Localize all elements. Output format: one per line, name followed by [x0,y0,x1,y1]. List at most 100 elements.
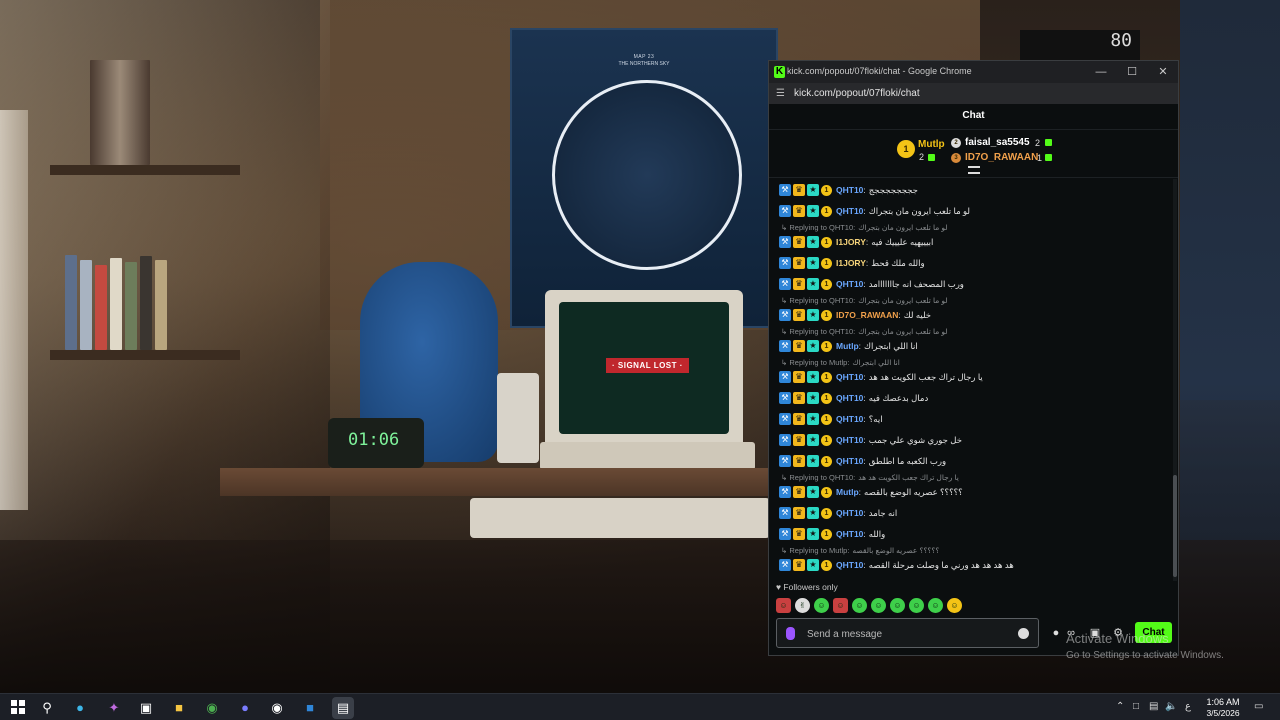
chat-message[interactable]: ⚒ ♛ ★ 1 QHT10: ورب الكعبه ما اطلطق [779,452,1169,470]
emote-icon[interactable]: ☺ [776,598,791,613]
desk-clock-digits: 01:06 [348,430,400,450]
chrome-popup-taskbar-icon[interactable]: ▤ [332,697,354,719]
search-icon[interactable]: ⚲ [36,697,58,719]
chat-message[interactable]: ⚒ ♛ ★ 1 QHT10: انه جامد [779,504,1169,522]
chat-message[interactable]: ⚒ ♛ ★ 1 Mutlp: ؟؟؟؟؟ عصريه الوضع بالقصه [779,483,1169,501]
reply-context[interactable]: ↳ Replying to QHT10: يا رجال تراك جعب الك… [781,473,959,483]
minimize-button[interactable]: — [1091,64,1111,80]
chat-message[interactable]: ⚒ ♛ ★ 1 QHT10: دمال بدعصك فيه [779,389,1169,407]
emote-icon[interactable]: ☺ [814,598,829,613]
wallpaper-speaker [497,373,539,463]
language-indicator[interactable]: ع [1185,701,1191,712]
emote-icon[interactable]: ☺ [890,598,905,613]
reply-context[interactable]: ↳ Replying to QHT10: لو ما تلعب ايرون مان… [781,296,948,306]
chat-message[interactable]: ⚒ ♛ ★ 1 QHT10: والله [779,525,1169,543]
chat-username[interactable]: QHT10 [836,435,863,445]
chat-username[interactable]: QHT10 [836,393,863,403]
leaderboard-name[interactable]: Mutlp [918,139,945,150]
emote-icon[interactable]: ☺ [852,598,867,613]
chat-username[interactable]: Mutlp [836,341,859,351]
emote-icon[interactable]: ☺ [947,598,962,613]
store-app-icon[interactable]: ▣ [135,697,157,719]
leaderboard-name[interactable]: faisal_sa5545 [965,137,1030,148]
pinned-toggle-icon[interactable] [968,166,980,174]
chat-username[interactable]: QHT10 [836,560,863,570]
chat-message-list[interactable]: ⚒ ♛ ★ 1 QHT10: ججججججججج ⚒ ♛ ★ 1 QHT10: لو ما تلعب … [769,179,1169,581]
maximize-button[interactable]: ☐ [1122,64,1142,80]
obs-icon[interactable]: ◉ [266,697,288,719]
file-explorer-icon[interactable]: ■ [168,697,190,719]
tray-chevron-icon[interactable]: ⌃ [1116,701,1124,712]
gift-icon [1045,154,1052,161]
share-icon[interactable]: ● [1050,627,1062,639]
reply-context[interactable]: ↳ Replying to Mutlp: انا اللي ابتجراك [781,358,900,368]
chat-message[interactable]: ⚒ ♛ ★ 1 I1JORY: ابيييهيه عليييك فيه [779,233,1169,251]
emote-icon[interactable]: ✌ [795,598,810,613]
chat-username[interactable]: QHT10 [836,279,863,289]
chat-message[interactable]: ⚒ ♛ ★ 1 Mutlp: انا اللي ابتجراك [779,337,1169,355]
subscriber-badge-icon: ★ [807,257,819,269]
leaderboard-name[interactable]: ID7O_RAWAAN [965,152,1038,163]
discord-icon[interactable]: ● [234,697,256,719]
chat-message[interactable]: ⚒ ♛ ★ 1 QHT10: ايه؟ [779,410,1169,428]
chat-username[interactable]: QHT10 [836,185,863,195]
chrome-icon[interactable]: ◉ [201,697,223,719]
chat-message[interactable]: ⚒ ♛ ★ 1 QHT10: ورب المصحف انه جااااااامد [779,275,1169,293]
address-bar[interactable]: ☰ kick.com/popout/07floki/chat [769,83,1178,104]
wallpaper-book [95,265,107,350]
chat-username[interactable]: QHT10 [836,529,863,539]
chat-username[interactable]: QHT10 [836,508,863,518]
mic-icon[interactable] [786,627,795,640]
windows-start-icon[interactable] [11,700,25,714]
message-composer[interactable] [776,618,1039,648]
chat-message[interactable]: ⚒ ♛ ★ 1 I1JORY: والله ملك قحط [779,254,1169,272]
moderator-badge-icon: ⚒ [779,392,791,404]
chat-username[interactable]: QHT10 [836,372,863,382]
reply-context[interactable]: ↳ Replying to QHT10: لو ما تلعب ايرون مان… [781,327,948,337]
chat-message[interactable]: ⚒ ♛ ★ 1 ID7O_RAWAAN: خليه لك [779,306,1169,324]
crown-badge-icon: ♛ [793,392,805,404]
chat-username[interactable]: QHT10 [836,414,863,424]
wallpaper-shelf [50,165,240,175]
chat-username[interactable]: I1JORY [836,258,866,268]
window-title: kick.com/popout/07floki/chat - Google Ch… [787,66,972,76]
gift-badge-icon: 1 [821,392,832,404]
chat-username[interactable]: ID7O_RAWAAN [836,310,898,320]
notification-icon[interactable]: ▭ [1254,701,1263,712]
chat-username[interactable]: QHT10 [836,206,863,216]
emoji-picker-icon[interactable] [1018,628,1029,639]
close-button[interactable]: ✕ [1153,64,1173,80]
scrollbar-thumb[interactable] [1173,475,1177,577]
emote-bar[interactable]: ☺ ✌ ☺ ☺ ☺ ☺ ☺ ☺ ☺ ☺ [776,598,966,616]
edge-icon[interactable]: ● [69,697,91,719]
moderator-badge-icon: ⚒ [779,507,791,519]
chat-username[interactable]: I1JORY [836,237,866,247]
chat-message[interactable]: ⚒ ♛ ★ 1 QHT10: لو ما تلعب ايرون مان بتجراك [779,202,1169,220]
tray-app-icon[interactable]: □ [1133,701,1139,712]
taskbar-clock-time[interactable]: 1:06 AM [1201,697,1245,707]
chat-scrollbar[interactable] [1173,179,1177,581]
emote-icon[interactable]: ☺ [928,598,943,613]
wallpaper-book [80,260,92,350]
emote-icon[interactable]: ☺ [833,598,848,613]
app-icon[interactable]: ■ [299,697,321,719]
taskbar-clock-date[interactable]: 3/5/2026 [1201,708,1245,718]
emote-icon[interactable]: ☺ [871,598,886,613]
copilot-icon[interactable]: ✦ [103,697,125,719]
reply-context[interactable]: ↳ Replying to Mutlp: ؟؟؟؟؟ عصريه الوضع با… [781,546,939,556]
emote-icon[interactable]: ☺ [909,598,924,613]
chat-username[interactable]: Mutlp [836,487,859,497]
message-input[interactable] [807,625,1007,643]
reply-context[interactable]: ↳ Replying to QHT10: لو ما تلعب ايرون مان… [781,223,948,233]
site-info-icon[interactable]: ☰ [776,88,785,99]
chat-message[interactable]: ⚒ ♛ ★ 1 QHT10: خل جوري شوي علي جمب [779,431,1169,449]
chat-username[interactable]: QHT10 [836,456,863,466]
chat-message-text: هد هد هد هد ورني ما وصلت مرحلة القصه [868,559,1014,570]
volume-icon[interactable]: 🔈 [1165,701,1177,712]
network-icon[interactable]: ▤ [1149,701,1158,712]
chat-message[interactable]: ⚒ ♛ ★ 1 QHT10: يا رجال تراك جعب الكويت هد هد [779,368,1169,386]
chat-message[interactable]: ⚒ ♛ ★ 1 QHT10: هد هد هد هد ورني ما وصلت مرحلة… [779,556,1169,574]
window-titlebar[interactable]: K kick.com/popout/07floki/chat - Google … [769,61,1178,83]
url-text[interactable]: kick.com/popout/07floki/chat [794,88,920,99]
chat-message[interactable]: ⚒ ♛ ★ 1 QHT10: ججججججججج [779,181,1169,199]
